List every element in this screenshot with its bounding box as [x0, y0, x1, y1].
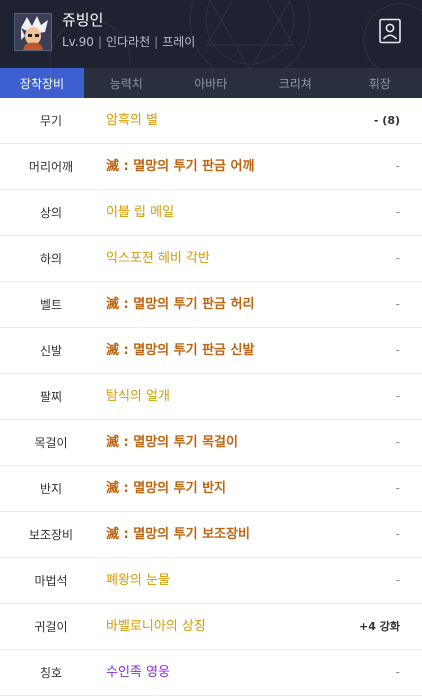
equipment-slot-label: 상의 — [39, 206, 63, 220]
equipment-row[interactable]: 신발 滅 : 멸망의 투기 판금 신발 - — [0, 328, 422, 374]
equipment-item-name[interactable]: 滅 : 멸망의 투기 반지 — [106, 466, 226, 511]
equipment-row[interactable]: 벨트 滅 : 멸망의 투기 판금 허리 - — [0, 282, 422, 328]
character-avatar-icon — [15, 14, 51, 50]
character-world: 인다라천 — [106, 35, 151, 49]
equipment-item-name[interactable]: 滅 : 멸망의 투기 목걸이 — [106, 420, 238, 465]
equipment-enhancement: - — [395, 435, 400, 449]
equipment-slot-label: 목걸이 — [34, 436, 68, 450]
tab-creature[interactable]: 크리쳐 — [253, 68, 338, 98]
character-level: Lv.90 — [62, 35, 94, 49]
equipment-enhancement: +4 강화 — [359, 620, 400, 633]
equipment-item-name[interactable]: 익스포젼 헤비 각반 — [106, 236, 210, 281]
equipment-row[interactable]: 머리어깨 滅 : 멸망의 투기 판금 어깨 - — [0, 144, 422, 190]
equipment-enhancement: - — [395, 389, 400, 403]
character-header: 쥬빙인 Lv.90 | 인다라천 | 프레이 — [0, 0, 422, 68]
meta-separator: | — [97, 35, 102, 49]
equipment-slot-label: 보조장비 — [28, 528, 74, 542]
equipment-item-name[interactable]: 폐왕의 눈물 — [106, 558, 170, 603]
equipment-row[interactable]: 보조장비 滅 : 멸망의 투기 보조장비 - — [0, 512, 422, 558]
equipment-list: 무기 암흑의 별 - (8) 머리어깨 滅 : 멸망의 투기 판금 어깨 - 상의 이블 립 … — [0, 98, 422, 696]
equipment-row[interactable]: 반지 滅 : 멸망의 투기 반지 - — [0, 466, 422, 512]
equipment-slot-label: 벨트 — [39, 298, 63, 312]
equipment-row[interactable]: 무기 암흑의 별 - (8) — [0, 98, 422, 144]
equipment-enhancement: - (8) — [373, 114, 400, 127]
tab-equipment[interactable]: 장착장비 — [0, 68, 84, 98]
equipment-enhancement: - — [395, 159, 400, 173]
equipment-slot-label: 하의 — [39, 252, 63, 266]
equipment-enhancement: - — [395, 665, 400, 679]
equipment-slot-label: 마법석 — [34, 574, 68, 588]
equipment-slot-label: 칭호 — [39, 666, 63, 680]
character-avatar[interactable] — [14, 13, 52, 51]
equipment-slot-label: 팔찌 — [39, 390, 63, 404]
equipment-row[interactable]: 목걸이 滅 : 멸망의 투기 목걸이 - — [0, 420, 422, 466]
equipment-enhancement: - — [395, 343, 400, 357]
person-card-icon — [379, 18, 401, 44]
equipment-item-name[interactable]: 수인족 영웅 — [106, 650, 170, 695]
equipment-item-name[interactable]: 이블 립 메일 — [106, 190, 174, 235]
meta-separator: | — [154, 35, 159, 49]
equipment-enhancement: - — [395, 481, 400, 495]
equipment-enhancement: - — [395, 297, 400, 311]
equipment-item-name[interactable]: 탐식의 얼개 — [106, 374, 170, 419]
equipment-row[interactable]: 귀걸이 바벨로니아의 상징 +4 강화 — [0, 604, 422, 650]
equipment-enhancement: - — [395, 527, 400, 541]
character-name: 쥬빙인 — [62, 11, 104, 29]
tab-bar: 장착장비 능력치 아바타 크리쳐 휘장 — [0, 68, 422, 98]
equipment-row[interactable]: 팔찌 탐식의 얼개 - — [0, 374, 422, 420]
equipment-row[interactable]: 칭호 수인족 영웅 - — [0, 650, 422, 696]
equipment-item-name[interactable]: 滅 : 멸망의 투기 판금 어깨 — [106, 144, 254, 189]
equipment-item-name[interactable]: 滅 : 멸망의 투기 판금 허리 — [106, 282, 254, 327]
character-job: 프레이 — [162, 35, 196, 49]
equipment-item-name[interactable]: 암흑의 별 — [106, 98, 158, 143]
equipment-enhancement: - — [395, 205, 400, 219]
tab-insignia[interactable]: 휘장 — [338, 68, 422, 98]
equipment-item-name[interactable]: 滅 : 멸망의 투기 판금 신발 — [106, 328, 254, 373]
equipment-row[interactable]: 하의 익스포젼 헤비 각반 - — [0, 236, 422, 282]
equipment-slot-label: 신발 — [39, 344, 63, 358]
equipment-enhancement: - — [395, 573, 400, 587]
profile-button[interactable] — [378, 18, 402, 44]
equipment-enhancement: - — [395, 251, 400, 265]
equipment-slot-label: 귀걸이 — [34, 620, 68, 634]
character-meta: Lv.90 | 인다라천 | 프레이 — [62, 34, 195, 50]
equipment-item-name[interactable]: 바벨로니아의 상징 — [106, 604, 206, 649]
equipment-row[interactable]: 상의 이블 립 메일 - — [0, 190, 422, 236]
equipment-slot-label: 머리어깨 — [28, 160, 74, 174]
equipment-slot-label: 무기 — [39, 114, 63, 128]
equipment-item-name[interactable]: 滅 : 멸망의 투기 보조장비 — [106, 512, 250, 557]
tab-avatar[interactable]: 아바타 — [169, 68, 254, 98]
tab-stats[interactable]: 능력치 — [84, 68, 169, 98]
equipment-slot-label: 반지 — [39, 482, 63, 496]
equipment-row[interactable]: 마법석 폐왕의 눈물 - — [0, 558, 422, 604]
